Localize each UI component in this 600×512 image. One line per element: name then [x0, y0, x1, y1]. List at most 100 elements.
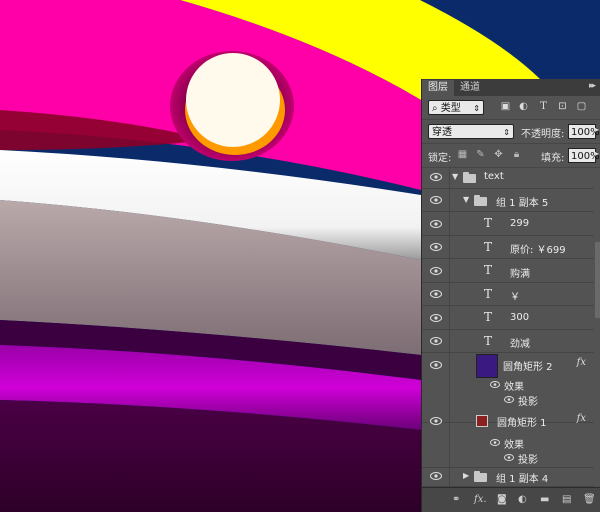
- new-layer-icon[interactable]: ▤: [562, 494, 571, 505]
- layer-name: 圆角矩形 2: [503, 362, 553, 373]
- updown-icon: ⇕: [503, 128, 510, 137]
- blend-mode-select[interactable]: 穿透 ⇕: [428, 124, 514, 139]
- divider: [449, 330, 450, 352]
- eye-icon[interactable]: [430, 337, 442, 345]
- shape-layer-icon: [476, 415, 488, 427]
- eye-icon[interactable]: [430, 220, 442, 228]
- expand-triangle-icon[interactable]: ▼: [463, 195, 469, 204]
- fx-icon[interactable]: fx: [577, 357, 586, 368]
- layers-panel: 图层 通道 ▸▸ ⌕ 类型 ⇕ ▣ ◐ T ⊡ ▢ 穿透 ⇕ 不透明度: 100…: [421, 79, 600, 512]
- new-group-icon[interactable]: ▬: [540, 494, 549, 505]
- blend-mode-value: 穿透: [432, 127, 452, 138]
- divider: [449, 401, 450, 467]
- divider: [449, 306, 450, 329]
- drop-shadow-label: 投影: [518, 455, 538, 466]
- eye-icon[interactable]: [490, 381, 502, 389]
- opacity-label: 不透明度:: [521, 129, 565, 140]
- divider: [449, 166, 450, 188]
- eye-icon[interactable]: [430, 173, 442, 181]
- divider: [449, 189, 450, 211]
- layer-group-text[interactable]: ▼ text: [422, 166, 594, 189]
- opacity-input[interactable]: 100%: [568, 124, 600, 139]
- layer-name: ￥: [510, 292, 520, 303]
- filter-kind-label: 类型: [440, 103, 461, 114]
- collapse-triangle-icon[interactable]: ▶: [463, 471, 469, 480]
- layer-text-full[interactable]: T 购满: [422, 259, 594, 283]
- text-layer-icon: T: [484, 334, 493, 348]
- layer-name: 300: [510, 312, 530, 323]
- lock-transparent-icon[interactable]: ▦: [457, 149, 468, 160]
- layer-name: 劲减: [510, 339, 530, 350]
- divider: [449, 236, 450, 258]
- text-layer-icon: T: [484, 310, 493, 324]
- lock-brush-icon[interactable]: ✎: [475, 149, 486, 160]
- search-icon: ⌕: [432, 103, 441, 114]
- eye-icon[interactable]: [430, 417, 442, 425]
- layer-name: 299: [510, 218, 530, 229]
- layer-text-299[interactable]: T 299: [422, 212, 594, 236]
- image-filter-icon[interactable]: ▣: [500, 101, 511, 112]
- layer-rounded-rect-1[interactable]: 圆角矩形 1 fx 效果 投影: [422, 401, 594, 468]
- layer-text-yen[interactable]: T ￥: [422, 283, 594, 306]
- layer-name: 圆角矩形 1: [497, 418, 547, 429]
- layer-group-copy5[interactable]: ▼ 组 1 副本 5: [422, 189, 594, 212]
- layer-name: 购满: [510, 269, 530, 280]
- lock-move-icon[interactable]: ✥: [493, 149, 504, 160]
- fx-icon[interactable]: fx: [577, 413, 586, 424]
- blend-row: 穿透 ⇕ 不透明度: 100% ▸: [422, 120, 600, 144]
- lock-label: 锁定:: [428, 153, 452, 164]
- text-layer-icon: T: [484, 240, 493, 254]
- shape-filter-icon[interactable]: ⊡: [557, 101, 568, 112]
- divider: [449, 212, 450, 235]
- lock-all-icon[interactable]: 🔒︎: [511, 149, 522, 160]
- layer-name: 组 1 副本 4: [496, 474, 549, 485]
- tab-layers[interactable]: 图层: [422, 80, 454, 96]
- scrollbar[interactable]: [595, 242, 600, 318]
- panel-menu-icon[interactable]: ▸▸: [589, 81, 596, 91]
- tab-channels[interactable]: 通道: [454, 80, 486, 96]
- layer-name: 原价: ￥699: [510, 245, 566, 256]
- folder-icon: [463, 172, 476, 183]
- folder-icon: [474, 471, 487, 482]
- fx-add-icon[interactable]: fx.: [474, 494, 487, 505]
- eye-icon[interactable]: [430, 243, 442, 251]
- layer-name: 组 1 副本 5: [496, 198, 549, 209]
- opacity-slider-icon[interactable]: ▸: [595, 125, 599, 134]
- filter-kind-select[interactable]: ⌕ 类型 ⇕: [428, 100, 484, 115]
- effects-label: 效果: [504, 440, 524, 451]
- eye-icon[interactable]: [504, 454, 516, 462]
- folder-icon: [474, 195, 487, 206]
- layer-group-copy4[interactable]: ▶ 组 1 副本 4: [422, 465, 594, 487]
- effects-label: 效果: [504, 382, 524, 393]
- layer-text-original-price[interactable]: T 原价: ￥699: [422, 236, 594, 259]
- eye-icon[interactable]: [430, 361, 442, 369]
- eye-icon[interactable]: [490, 439, 502, 447]
- filter-row: ⌕ 类型 ⇕ ▣ ◐ T ⊡ ▢: [422, 96, 600, 120]
- fill-input[interactable]: 100%: [568, 148, 600, 163]
- text-layer-icon: T: [484, 263, 493, 277]
- panel-tabbar: 图层 通道 ▸▸: [422, 79, 600, 96]
- mask-icon[interactable]: ◙: [497, 494, 507, 505]
- adjustment-layer-icon[interactable]: ◐: [518, 494, 527, 505]
- layer-text-300[interactable]: T 300: [422, 306, 594, 330]
- lock-row: 锁定: ▦ ✎ ✥ 🔒︎ 填充: 100% ▸: [422, 144, 600, 168]
- fill-slider-icon[interactable]: ▸: [595, 149, 599, 158]
- adjustment-filter-icon[interactable]: ◐: [518, 101, 529, 112]
- trash-icon[interactable]: 🗑︎: [583, 494, 596, 505]
- panel-bottom-toolbar: ⚭ fx. ◙ ◐ ▬ ▤ 🗑︎: [422, 487, 600, 512]
- eye-icon[interactable]: [430, 267, 442, 275]
- updown-icon: ⇕: [473, 104, 480, 113]
- eye-icon[interactable]: [430, 290, 442, 298]
- link-icon[interactable]: ⚭: [452, 494, 460, 505]
- layer-text-discount[interactable]: T 劲减: [422, 330, 594, 353]
- type-filter-icon[interactable]: T: [538, 101, 549, 112]
- smart-object-filter-icon[interactable]: ▢: [576, 101, 587, 112]
- text-layer-icon: T: [484, 287, 493, 301]
- divider: [449, 259, 450, 282]
- divider: [449, 283, 450, 305]
- eye-icon[interactable]: [430, 196, 442, 204]
- eye-icon[interactable]: [430, 472, 442, 480]
- text-layer-icon: T: [484, 216, 493, 230]
- expand-triangle-icon[interactable]: ▼: [452, 172, 458, 181]
- eye-icon[interactable]: [430, 314, 442, 322]
